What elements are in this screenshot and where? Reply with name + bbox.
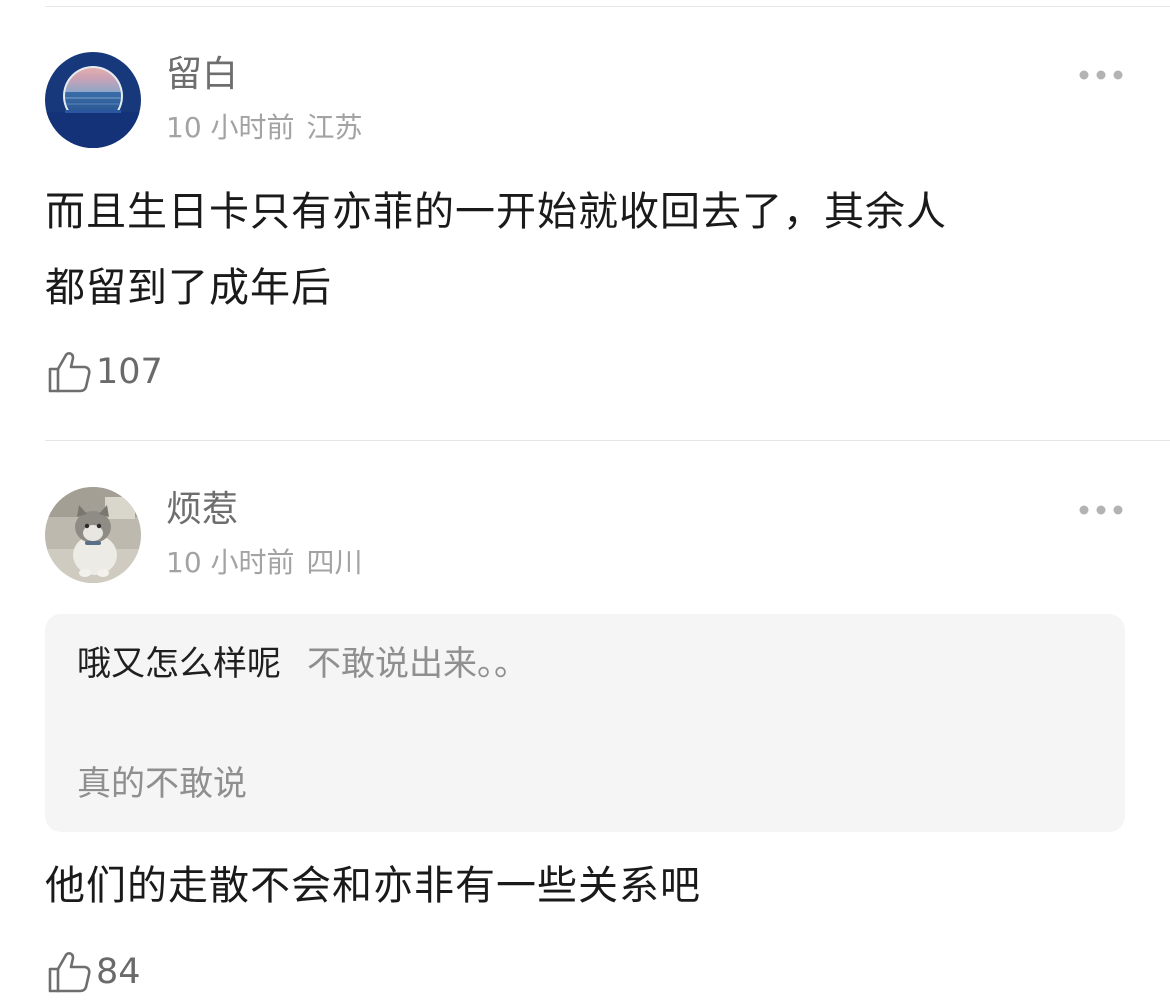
avatar[interactable]	[45, 487, 141, 583]
comment-text-line: 都留到了成年后	[45, 265, 332, 311]
like-count: 84	[96, 952, 141, 992]
like-button[interactable]: 107	[46, 349, 163, 395]
quoted-text-line: 真的不敢说	[77, 764, 247, 804]
comment-divider	[45, 440, 1170, 441]
thumbs-up-icon	[48, 352, 91, 393]
like-button[interactable]: 84	[46, 949, 141, 995]
location: 四川	[306, 546, 363, 579]
comment-text: 他们的走散不会和亦非有一些关系吧	[45, 848, 1130, 924]
more-button[interactable]	[1076, 499, 1126, 521]
thumbs-up-icon	[48, 952, 91, 993]
top-divider	[45, 6, 1170, 7]
quoted-text: 不敢说出来。。	[307, 644, 528, 684]
username[interactable]: 烦惹	[166, 488, 238, 532]
more-dots-icon	[1079, 70, 1123, 80]
comment-meta: 10 小时前 四川	[166, 546, 363, 580]
quoted-reply[interactable]: 哦又怎么样呢 不敢说出来。。 真的不敢说	[45, 614, 1125, 832]
cat-photo-icon	[45, 487, 141, 583]
comment-text-line: 而且生日卡只有亦菲的一开始就收回去了，其余人	[45, 189, 947, 235]
comment-text-line: 他们的走散不会和亦非有一些关系吧	[45, 863, 701, 909]
location: 江苏	[306, 111, 363, 144]
timestamp: 10 小时前	[166, 111, 295, 144]
comment-meta: 10 小时前 江苏	[166, 111, 363, 145]
comment-text: 而且生日卡只有亦菲的一开始就收回去了，其余人 都留到了成年后	[45, 174, 1130, 326]
timestamp: 10 小时前	[166, 546, 295, 579]
quoted-author: 哦又怎么样呢	[77, 644, 281, 684]
username[interactable]: 留白	[166, 53, 238, 97]
more-dots-icon	[1079, 505, 1123, 515]
like-count: 107	[96, 352, 163, 392]
sunset-sea-icon	[45, 52, 141, 148]
avatar[interactable]	[45, 52, 141, 148]
quoted-reply-line: 哦又怎么样呢 不敢说出来。。	[77, 642, 528, 686]
more-button[interactable]	[1076, 64, 1126, 86]
